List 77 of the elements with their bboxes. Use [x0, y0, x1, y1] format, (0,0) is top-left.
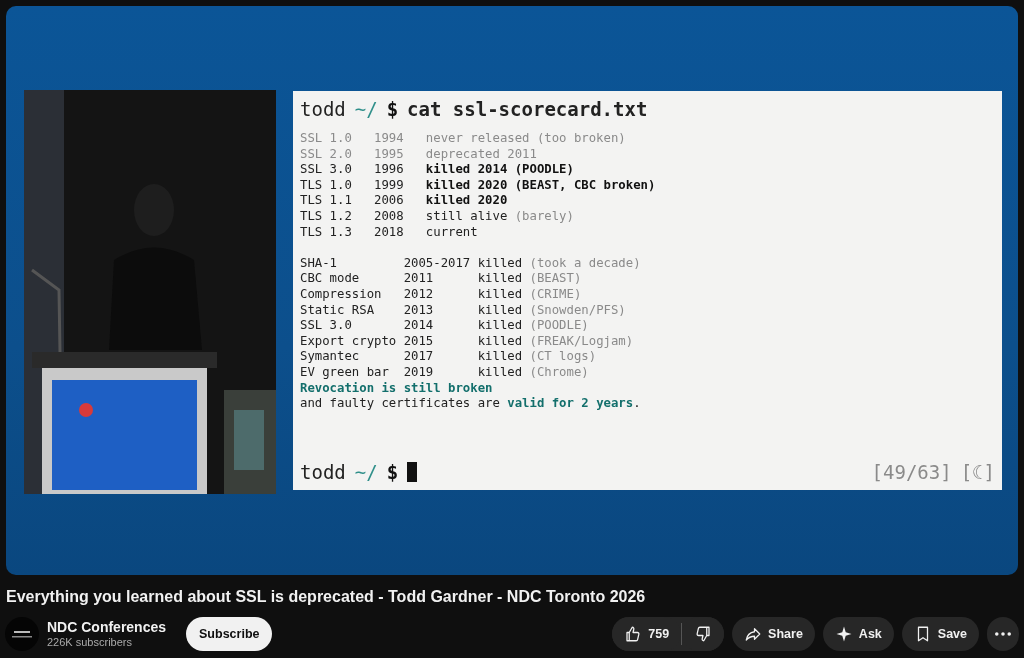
feature-years: 2013 [403, 302, 434, 319]
release-year: 2006 [374, 193, 404, 209]
feature-years: 2012 [403, 286, 434, 303]
prompt-symbol: $ [386, 97, 399, 121]
status-text: killed 2020 (BEAST, CBC broken) [425, 177, 656, 192]
feature-years: 2014 [403, 318, 434, 334]
feature-name: Symantec [300, 349, 360, 365]
feature-name: SSL 3.0 [300, 318, 352, 334]
status-text: killed [477, 286, 523, 301]
status-note: (barely) [514, 208, 574, 223]
status-text: deprecated 2011 [425, 146, 537, 161]
command-text: cat ssl-scorecard.txt [407, 97, 648, 121]
status-text: killed [477, 302, 523, 317]
protocol-name: TLS 1.2 [300, 208, 352, 225]
prompt-path: ~/ [354, 97, 378, 121]
subscriber-count: 226K subscribers [47, 635, 133, 649]
status-note: (Chrome) [529, 364, 589, 379]
thumbs-down-icon [694, 625, 713, 643]
prompt-user: todd [300, 97, 346, 121]
release-year: 2018 [374, 224, 404, 241]
feature-years: 2017 [403, 349, 434, 365]
channel-avatar[interactable] [5, 617, 39, 651]
feature-name: Static RSA [300, 302, 375, 319]
release-year: 1999 [374, 177, 404, 194]
cursor [407, 462, 418, 482]
prompt-symbol: $ [386, 460, 399, 484]
status-note: (Snowden/PFS) [529, 302, 626, 317]
summary-line: and faulty certificates are valid for 2 years. [300, 396, 642, 412]
subscribe-button[interactable]: Subscribe [186, 617, 273, 651]
status-note: (POODLE) [529, 318, 589, 333]
status-text: never released (too broken) [425, 131, 626, 145]
prompt-path: ~/ [354, 460, 378, 484]
status-text: killed [477, 318, 523, 333]
feature-name: CBC mode [300, 271, 360, 287]
release-year: 1994 [374, 131, 404, 147]
status-text: killed [477, 255, 523, 270]
release-year: 1995 [374, 146, 404, 163]
status-text: killed [477, 271, 523, 286]
summary-line: Revocation is still broken [300, 380, 494, 397]
feature-years: 2005-2017 [403, 255, 471, 272]
status-note: (CT logs) [529, 349, 597, 364]
status-text: current [425, 224, 478, 239]
save-button[interactable]: Save [901, 617, 979, 651]
share-icon [744, 625, 763, 643]
video-title: Everything you learned about SSL is deprecated - Todd Gardner - NDC Toronto 2026 [6, 587, 647, 607]
status-text: still alive [425, 208, 508, 223]
status-text: killed [477, 349, 523, 364]
status-text: killed 2014 (POODLE) [425, 162, 574, 177]
share-button[interactable]: Share [732, 617, 815, 651]
status-text: killed 2020 [425, 193, 508, 208]
status-note: (FREAK/Logjam) [529, 333, 634, 348]
status-note: (CRIME) [529, 286, 582, 301]
feature-name: Export crypto [300, 333, 397, 350]
feature-years: 2011 [403, 271, 434, 287]
ask-button[interactable]: Ask [822, 617, 894, 651]
more-button[interactable] [987, 617, 1019, 651]
feature-years: 2015 [403, 333, 434, 350]
slide-counter: [49/63] [871, 460, 952, 484]
protocol-name: SSL 1.0 [300, 131, 352, 147]
protocol-name: TLS 1.1 [300, 193, 352, 209]
status-text: killed [477, 364, 523, 379]
feature-name: Compression [300, 286, 382, 303]
protocol-name: TLS 1.0 [300, 177, 352, 194]
protocol-name: TLS 1.3 [300, 224, 352, 241]
release-year: 1996 [374, 162, 404, 178]
status-text: killed [477, 333, 523, 348]
more-icon [995, 632, 1011, 636]
release-year: 2008 [374, 208, 404, 225]
feature-name: SHA-1 [300, 255, 338, 272]
status-note: (took a decade) [529, 255, 641, 270]
protocol-name: SSL 3.0 [300, 162, 352, 178]
feature-years: 2019 [403, 364, 434, 381]
channel-name[interactable]: NDC Conferences [47, 619, 167, 635]
feature-name: EV green bar [300, 364, 389, 381]
prompt-user: todd [300, 460, 346, 484]
protocol-name: SSL 2.0 [300, 146, 352, 163]
status-note: (BEAST) [529, 271, 582, 286]
